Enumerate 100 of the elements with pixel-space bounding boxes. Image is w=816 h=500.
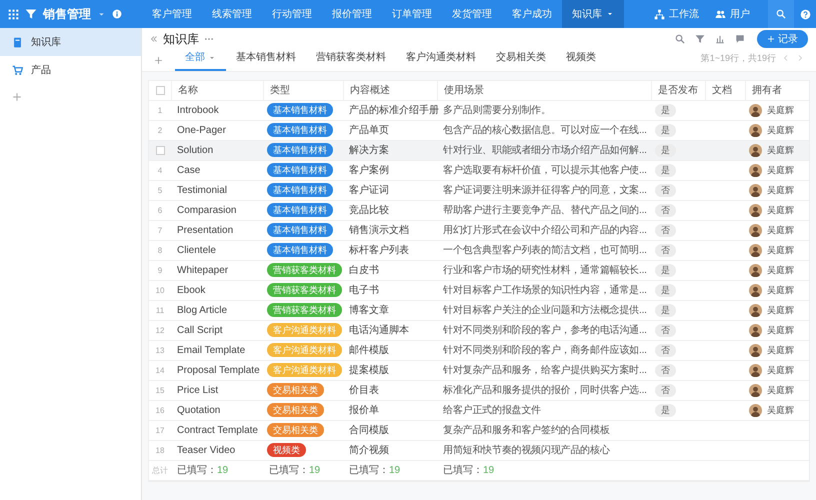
comment-icon[interactable]	[735, 34, 745, 44]
filter-tab[interactable]: 全部	[175, 50, 226, 71]
table-row[interactable]: 13 Email Template 客户沟通类材料 邮件模版 针对不同类别和阶段的客户，商务邮件应该如... 否 吴庭辉	[149, 341, 809, 361]
summary-cell-text: 价目表	[348, 384, 380, 398]
table-row[interactable]: 16 Quotation 交易相关类 报价单 给客户正式的报盘文件 是 吴庭辉	[149, 401, 809, 421]
summary-cell-text: 产品单页	[348, 124, 390, 138]
nav-tab[interactable]: 客户管理	[142, 0, 202, 28]
filter-tab[interactable]: 基本销售材料	[226, 50, 306, 71]
table-row[interactable]: Solution 基本销售材料 解决方案 针对行业、职能或者细分市场介绍产品如何解... 是 吴庭辉	[149, 141, 809, 161]
sidebar-item[interactable]: 知识库	[0, 28, 141, 56]
table-row[interactable]: 17 Contract Template 交易相关类 合同模版 复杂产品和服务和客户签约的合同模板	[149, 421, 809, 441]
search-icon[interactable]	[675, 34, 685, 44]
owner-name: 吴庭辉	[767, 224, 794, 237]
info-icon[interactable]	[112, 9, 122, 19]
nav-tab[interactable]: 线索管理	[202, 0, 262, 28]
usage-cell-text: 用简短和快节奏的视频闪现产品的核心	[442, 444, 611, 458]
nav-tab[interactable]: 订单管理	[382, 0, 442, 28]
table-row[interactable]: 5 Testimonial 基本销售材料 客户证词 客户证词要注明来源并征得客户的同意，文案... 否 吴庭辉	[149, 181, 809, 201]
table-row[interactable]: 14 Proposal Template 客户沟通类材料 提案模版 针对复杂产品和服务，给客户提供购买方案时... 否 吴庭辉	[149, 361, 809, 381]
total-label: 总计	[151, 464, 169, 476]
type-tag: 基本销售材料	[267, 183, 333, 197]
help-icon[interactable]	[800, 8, 810, 20]
plus-icon	[767, 35, 775, 43]
name-cell-text: Introbook	[176, 104, 220, 118]
type-tag: 交易相关类	[267, 383, 324, 397]
table-row[interactable]: 10 Ebook 营销获客类材料 电子书 针对目标客户工作场景的知识性内容，通常是... 是 吴庭辉	[149, 281, 809, 301]
column-header: 使用场景	[437, 81, 651, 100]
next-page-icon[interactable]	[796, 54, 804, 62]
row-number: 12	[156, 324, 164, 336]
filter-tab[interactable]: 客户沟通类材料	[396, 50, 486, 71]
collapse-icon[interactable]	[150, 35, 158, 43]
type-tag: 基本销售材料	[267, 223, 333, 237]
search-button[interactable]	[768, 0, 794, 28]
avatar-icon	[749, 284, 762, 297]
select-all-checkbox[interactable]	[156, 86, 164, 95]
owner-name: 吴庭辉	[767, 104, 794, 117]
add-tab-icon[interactable]	[154, 56, 163, 65]
filled-count: 已填写：19	[442, 464, 496, 478]
filter-tab[interactable]: 视频类	[556, 50, 606, 71]
add-icon[interactable]	[12, 92, 22, 102]
avatar-icon	[749, 224, 762, 237]
publish-status: 否	[655, 364, 676, 377]
row-checkbox[interactable]	[156, 146, 164, 155]
avatar-icon	[749, 184, 762, 197]
summary-cell-text: 标杆客户列表	[348, 244, 410, 258]
apps-grid-icon[interactable]	[8, 8, 19, 20]
table-row[interactable]: 8 Clientele 基本销售材料 标杆客户列表 一个包含典型客户列表的简洁文档，也可简明... 否 吴庭辉	[149, 241, 809, 261]
page-title: 知识库	[163, 31, 199, 48]
nav-tab[interactable]: 发货管理	[442, 0, 502, 28]
avatar-icon	[749, 264, 762, 277]
nav-tab[interactable]: 知识库	[562, 0, 624, 28]
publish-status: 是	[655, 164, 676, 177]
publish-status: 否	[655, 184, 676, 197]
table-row[interactable]: 9 Whitepaper 营销获客类材料 白皮书 行业和客户市场的研究性材料，通常篇幅较长... 是 吴庭辉	[149, 261, 809, 281]
avatar-icon	[749, 164, 762, 177]
publish-status: 否	[655, 204, 676, 217]
usage-cell-text: 多产品则需要分别制作。	[442, 104, 552, 118]
publish-status: 否	[655, 224, 676, 237]
usage-cell-text: 一个包含典型客户列表的简洁文档，也可简明...	[442, 244, 648, 258]
summary-cell-text: 客户案例	[348, 164, 390, 178]
add-record-button[interactable]: 记录	[757, 30, 808, 48]
summary-cell-text: 报价单	[348, 404, 380, 418]
type-tag: 基本销售材料	[267, 143, 333, 157]
type-tag: 基本销售材料	[267, 123, 333, 137]
table-row[interactable]: 4 Case 基本销售材料 客户案例 客户选取要有标杆价值，可以提示其他客户使... 是 吴庭辉	[149, 161, 809, 181]
chart-icon[interactable]	[715, 34, 725, 44]
owner-name: 吴庭辉	[767, 184, 794, 197]
nav-tab[interactable]: 客户成功	[502, 0, 562, 28]
publish-status: 是	[655, 264, 676, 277]
users-icon	[715, 8, 726, 20]
table-row[interactable]: 11 Blog Article 营销获客类材料 博客文章 针对目标客户关注的企业问题和方法概念提供... 是 吴庭辉	[149, 301, 809, 321]
publish-status: 是	[655, 104, 676, 117]
row-number: 13	[156, 344, 164, 356]
users-button[interactable]: 用户	[707, 0, 758, 28]
name-cell-text: One-Pager	[176, 124, 227, 138]
name-cell-text: Teaser Video	[176, 444, 236, 458]
row-number: 11	[156, 304, 164, 316]
table-row[interactable]: 12 Call Script 客户沟通类材料 电话沟通脚本 针对不同类别和阶段的客户，参考的电话沟通... 否 吴庭辉	[149, 321, 809, 341]
row-number: 14	[156, 364, 164, 376]
nav-tab[interactable]: 报价管理	[322, 0, 382, 28]
table-row[interactable]: 18 Teaser Video 视频类 简介视频 用简短和快节奏的视频闪现产品的核心	[149, 441, 809, 461]
table-row[interactable]: 15 Price List 交易相关类 价目表 标准化产品和服务提供的报价，同时供客户选... 否 吴庭辉	[149, 381, 809, 401]
publish-status: 是	[655, 404, 676, 417]
name-cell-text: Whitepaper	[176, 264, 230, 278]
filter-tab[interactable]: 营销获客类材料	[306, 50, 396, 71]
table-row[interactable]: 7 Presentation 基本销售材料 销售演示文档 用幻灯片形式在会议中介绍公司和产品的内容... 否 吴庭辉	[149, 221, 809, 241]
avatar-icon	[749, 324, 762, 337]
filter-tab[interactable]: 交易相关类	[486, 50, 556, 71]
summary-cell-text: 电话沟通脚本	[348, 324, 410, 338]
avatar-icon	[749, 304, 762, 317]
name-cell-text: Price List	[176, 384, 220, 398]
filter-icon[interactable]	[695, 34, 705, 44]
workflow-button[interactable]: 工作流	[646, 0, 707, 28]
nav-tab[interactable]: 行动管理	[262, 0, 322, 28]
table-row[interactable]: 1 Introbook 基本销售材料 产品的标准介绍手册 多产品则需要分别制作。 是 吴庭辉	[149, 101, 809, 121]
search-icon	[776, 9, 786, 19]
table-row[interactable]: 6 Comparasion 基本销售材料 竞品比较 帮助客户进行主要竞争产品、替代产品之间的... 否 吴庭辉	[149, 201, 809, 221]
name-cell-text: Blog Article	[176, 304, 228, 318]
owner-name: 吴庭辉	[767, 324, 794, 337]
previous-page-icon[interactable]	[782, 54, 790, 62]
